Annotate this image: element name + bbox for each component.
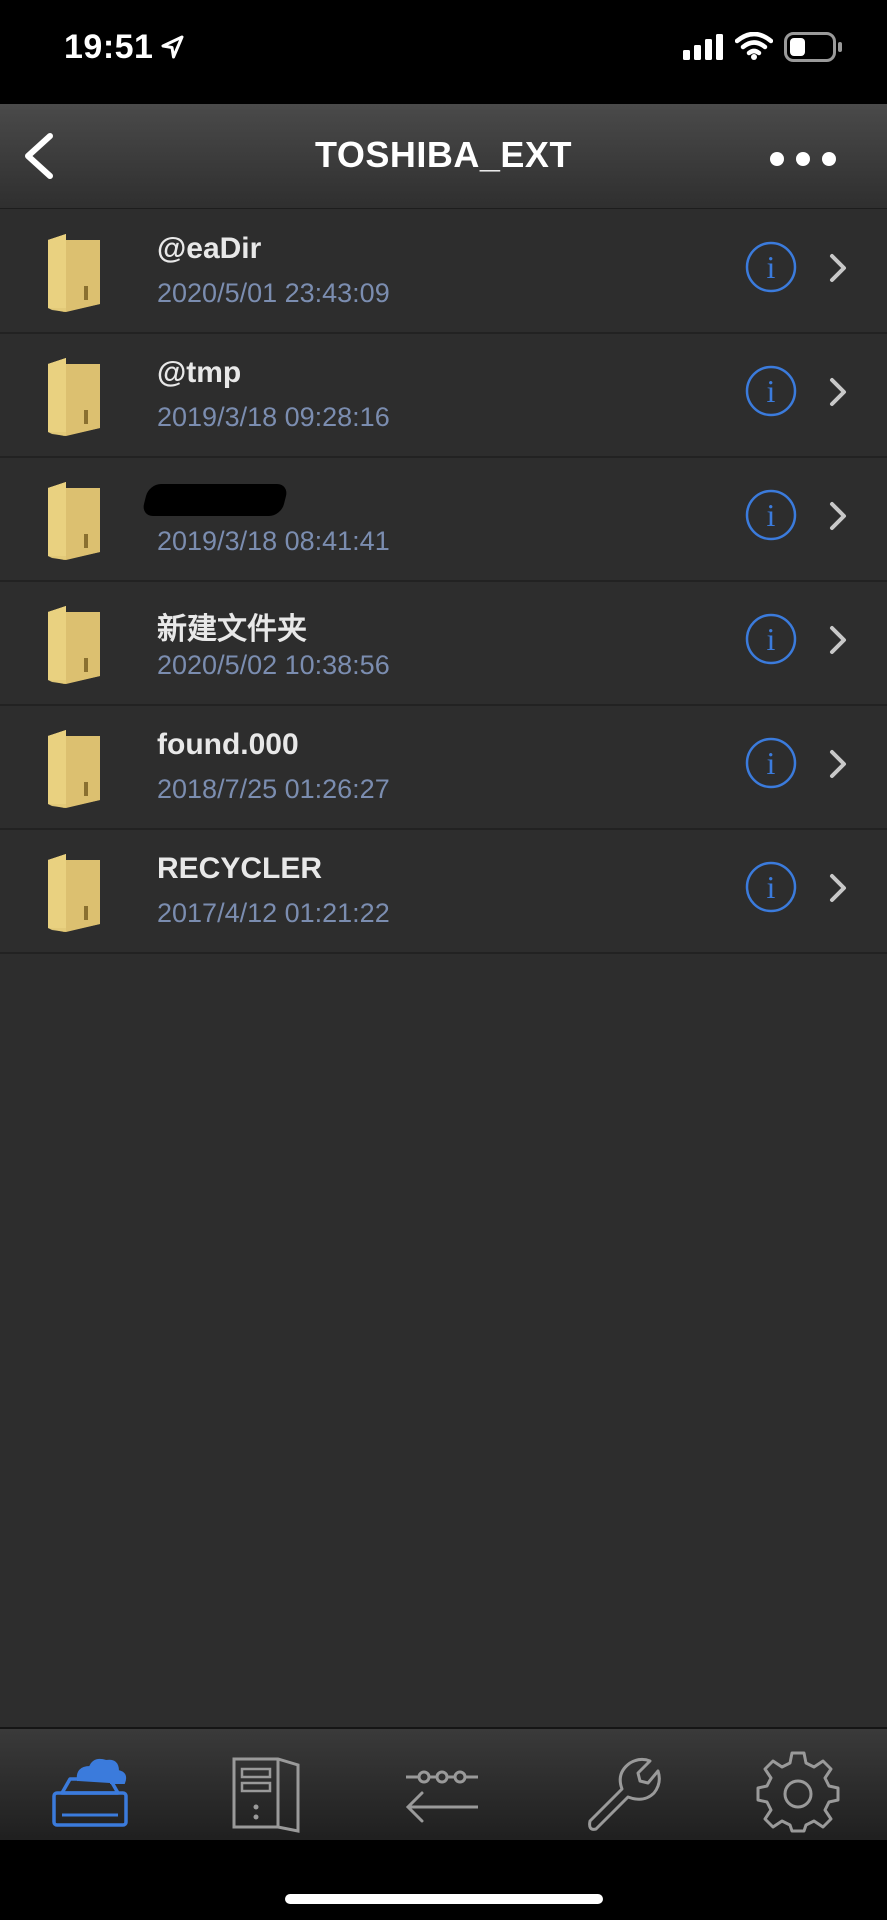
info-button[interactable]: i <box>744 240 798 294</box>
file-date: 2019/3/18 09:28:16 <box>157 402 390 432</box>
file-row[interactable]: found.000 2018/7/25 01:26:27 i <box>0 706 887 830</box>
file-name: 新建文件夹 <box>157 613 307 646</box>
home-indicator-area <box>0 1840 887 1920</box>
navigation-bar: TOSHIBA_EXT <box>0 104 887 209</box>
wrench-icon <box>588 1757 661 1831</box>
info-icon: i <box>745 861 797 913</box>
server-icon <box>232 1757 300 1833</box>
tab-bar <box>0 1727 887 1842</box>
chevron-right-icon <box>830 874 846 902</box>
svg-text:i: i <box>767 869 776 905</box>
tab-cloud-drive[interactable] <box>48 1751 132 1835</box>
transfer-icon <box>405 1770 478 1823</box>
battery-icon <box>784 32 842 62</box>
tab-server[interactable] <box>224 1751 308 1835</box>
signal-icon <box>683 34 723 60</box>
info-icon: i <box>745 241 797 293</box>
svg-text:i: i <box>767 249 776 285</box>
folder-icon <box>48 730 100 808</box>
file-date: 2018/7/25 01:26:27 <box>157 774 390 804</box>
more-horizontal-icon <box>770 152 784 166</box>
gear-icon <box>756 1751 840 1833</box>
file-row[interactable]: @eaDir 2020/5/01 23:43:09 i <box>0 210 887 334</box>
info-icon: i <box>745 737 797 789</box>
file-row[interactable]: @tmp 2019/3/18 09:28:16 i <box>0 334 887 458</box>
info-icon: i <box>745 613 797 665</box>
info-button[interactable]: i <box>744 736 798 790</box>
location-arrow-icon <box>161 35 184 59</box>
chevron-right-icon <box>830 502 846 530</box>
status-time: 19:51 <box>64 28 154 66</box>
file-date: 2020/5/01 23:43:09 <box>157 278 390 308</box>
file-name: found.000 <box>157 728 299 761</box>
file-name: @tmp <box>157 356 242 389</box>
folder-icon <box>48 234 100 312</box>
svg-text:i: i <box>767 621 776 657</box>
folder-icon <box>48 482 100 560</box>
info-button[interactable]: i <box>744 612 798 666</box>
status-bar: 19:51 <box>0 0 887 104</box>
wifi-icon <box>735 32 773 60</box>
file-date: 2017/4/12 01:21:22 <box>157 898 390 928</box>
chevron-right-icon <box>830 626 846 654</box>
redacted-name <box>141 484 289 516</box>
page-title: TOSHIBA_EXT <box>315 134 572 175</box>
info-button[interactable]: i <box>744 488 798 542</box>
info-button[interactable]: i <box>744 364 798 418</box>
info-icon: i <box>745 489 797 541</box>
file-date: 2020/5/02 10:38:56 <box>157 650 390 680</box>
cloud-drive-icon <box>52 1758 128 1827</box>
file-name: RECYCLER <box>157 852 323 885</box>
folder-icon <box>48 606 100 684</box>
home-indicator[interactable] <box>285 1894 603 1904</box>
tab-transfer[interactable] <box>400 1751 484 1835</box>
folder-icon <box>48 358 100 436</box>
file-row[interactable]: RECYCLER 2017/4/12 01:21:22 i <box>0 830 887 954</box>
info-button[interactable]: i <box>744 860 798 914</box>
tab-settings[interactable] <box>756 1751 840 1835</box>
file-name: @eaDir <box>157 232 262 265</box>
file-row[interactable]: 新建文件夹 2020/5/02 10:38:56 i <box>0 582 887 706</box>
file-list: @eaDir 2020/5/01 23:43:09 i @tmp 2019/3/18 0… <box>0 210 887 954</box>
svg-text:i: i <box>767 497 776 533</box>
chevron-right-icon <box>830 750 846 778</box>
tab-tools[interactable] <box>578 1751 662 1835</box>
chevron-right-icon <box>830 378 846 406</box>
file-date: 2019/3/18 08:41:41 <box>157 526 390 556</box>
info-icon: i <box>745 365 797 417</box>
folder-icon <box>48 854 100 932</box>
more-dot <box>796 152 810 166</box>
chevron-right-icon <box>830 254 846 282</box>
more-options-button[interactable] <box>760 138 860 178</box>
svg-text:i: i <box>767 745 776 781</box>
svg-text:i: i <box>767 373 776 409</box>
more-dot <box>822 152 836 166</box>
file-row[interactable]: 2019/3/18 08:41:41 i <box>0 458 887 582</box>
